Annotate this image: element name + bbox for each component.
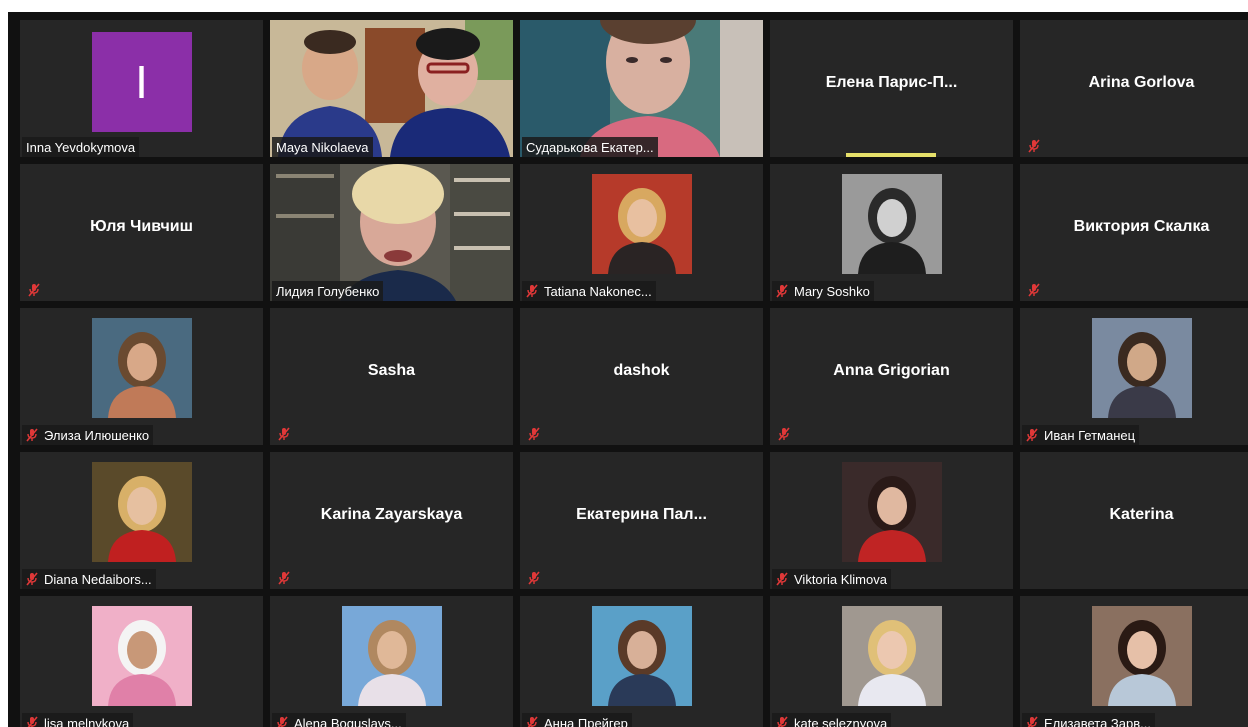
participant-tile[interactable]: Arina Gorlova <box>1020 20 1248 157</box>
participant-tile[interactable]: lisa melnykova <box>20 596 263 727</box>
participant-name-label: Alena Boguslavs... <box>294 715 402 727</box>
participant-display-name: Katerina <box>1109 505 1174 523</box>
participant-nameplate: Viktoria Klimova <box>772 569 891 589</box>
participant-name-label: Viktoria Klimova <box>794 571 887 587</box>
microphone-muted-icon <box>276 716 288 727</box>
participant-name-label: Tatiana Nakonec... <box>544 283 652 299</box>
microphone-muted-icon <box>26 428 38 442</box>
participant-tile[interactable]: Екатерина Пал... <box>520 452 763 589</box>
participant-name-label: Maya Nikolaeva <box>276 139 369 155</box>
microphone-muted-icon <box>776 716 788 727</box>
microphone-muted-icon <box>776 572 788 586</box>
participant-nameplate: Анна Прейгер <box>522 713 632 727</box>
microphone-muted-icon <box>528 571 540 585</box>
participant-tile[interactable]: Tatiana Nakonec... <box>520 164 763 301</box>
microphone-muted-icon <box>528 427 540 441</box>
microphone-muted-icon <box>278 427 290 441</box>
participant-name-label: Элиза Илюшенко <box>44 427 150 443</box>
participant-nameplate: lisa melnykova <box>22 713 134 727</box>
profile-photo <box>1091 318 1192 418</box>
participant-tile[interactable]: Katerina <box>1020 452 1248 589</box>
participant-nameplate: Tatiana Nakonec... <box>522 281 656 301</box>
participant-name-label: Diana Nedaibors... <box>44 571 152 587</box>
participant-nameplate: Inna Yevdokymova <box>22 137 140 157</box>
participant-tile[interactable]: Юля Чивчиш <box>20 164 263 301</box>
participant-tile[interactable]: Karina Zayarskaya <box>270 452 513 589</box>
microphone-muted-icon <box>526 716 538 727</box>
participant-display-name: Arina Gorlova <box>1088 73 1195 91</box>
profile-photo <box>1091 606 1192 706</box>
participant-tile[interactable]: Елена Парис-П... <box>770 20 1013 157</box>
microphone-muted-icon <box>1028 283 1040 297</box>
participant-tile[interactable]: Maya Nikolaeva <box>270 20 513 157</box>
avatar-initial: I <box>91 32 192 132</box>
participant-display-name: Елена Парис-П... <box>825 73 958 91</box>
zoom-gallery-view: I Inna Yevdokymova Maya Nikolaeva Сударьков… <box>8 12 1248 727</box>
microphone-muted-icon <box>26 716 38 727</box>
participant-name-label: Лидия Голубенко <box>276 283 380 299</box>
profile-photo <box>91 462 192 562</box>
participant-display-name: Виктория Скалка <box>1073 217 1210 235</box>
participant-name-label: Inna Yevdokymova <box>26 139 136 155</box>
profile-photo <box>91 318 192 418</box>
participant-display-name: Юля Чивчиш <box>90 217 193 235</box>
microphone-muted-icon <box>778 427 790 441</box>
participant-grid: I Inna Yevdokymova Maya Nikolaeva Сударьков… <box>20 20 1248 727</box>
participant-display-name: dashok <box>613 361 670 379</box>
participant-display-name: Sasha <box>367 361 416 379</box>
participant-nameplate: Элиза Илюшенко <box>22 425 154 445</box>
participant-display-name: Anna Grigorian <box>833 361 950 379</box>
participant-nameplate: Maya Nikolaeva <box>272 137 373 157</box>
microphone-muted-icon <box>26 572 38 586</box>
profile-photo <box>591 174 692 274</box>
participant-name-label: Mary Soshko <box>794 283 870 299</box>
participant-name-label: Иван Гетманец <box>1044 427 1136 443</box>
participant-tile[interactable]: Анна Прейгер <box>520 596 763 727</box>
participant-tile[interactable]: Иван Гетманец <box>1020 308 1248 445</box>
microphone-muted-icon <box>526 284 538 298</box>
participant-name-label: Елизавета Зарв... <box>1044 715 1151 727</box>
participant-display-name: Екатерина Пал... <box>576 505 707 523</box>
profile-photo <box>341 606 442 706</box>
participant-tile[interactable]: I Inna Yevdokymova <box>20 20 263 157</box>
participant-tile[interactable]: Sasha <box>270 308 513 445</box>
microphone-muted-icon <box>776 284 788 298</box>
participant-tile[interactable]: Alena Boguslavs... <box>270 596 513 727</box>
participant-nameplate: Diana Nedaibors... <box>22 569 156 589</box>
participant-name-label: Анна Прейгер <box>544 715 628 727</box>
participant-name-label: lisa melnykova <box>44 715 130 727</box>
profile-photo <box>841 462 942 562</box>
participant-nameplate: Лидия Голубенко <box>272 281 384 301</box>
participant-nameplate: Alena Boguslavs... <box>272 713 406 727</box>
participant-tile[interactable]: Сударькова Екатер... <box>520 20 763 157</box>
participant-name-label: Сударькова Екатер... <box>526 139 654 155</box>
participant-tile[interactable]: Anna Grigorian <box>770 308 1013 445</box>
participant-tile[interactable]: Mary Soshko <box>770 164 1013 301</box>
participant-tile[interactable]: dashok <box>520 308 763 445</box>
participant-tile[interactable]: Виктория Скалка <box>1020 164 1248 301</box>
participant-name-label: kate seleznyova <box>794 715 888 727</box>
participant-tile[interactable]: Diana Nedaibors... <box>20 452 263 589</box>
participant-nameplate: Елизавета Зарв... <box>1022 713 1155 727</box>
participant-nameplate: Иван Гетманец <box>1022 425 1140 445</box>
participant-tile[interactable]: Елизавета Зарв... <box>1020 596 1248 727</box>
participant-tile[interactable]: Viktoria Klimova <box>770 452 1013 589</box>
participant-nameplate: kate seleznyova <box>772 713 892 727</box>
participant-nameplate: Сударькова Екатер... <box>522 137 658 157</box>
microphone-muted-icon <box>1026 716 1038 727</box>
microphone-muted-icon <box>28 283 40 297</box>
participant-display-name: Karina Zayarskaya <box>320 505 463 523</box>
microphone-muted-icon <box>1028 139 1040 153</box>
profile-photo <box>591 606 692 706</box>
profile-photo <box>841 174 942 274</box>
profile-photo <box>91 606 192 706</box>
microphone-muted-icon <box>1026 428 1038 442</box>
microphone-muted-icon <box>278 571 290 585</box>
profile-photo <box>841 606 942 706</box>
participant-tile[interactable]: Лидия Голубенко <box>270 164 513 301</box>
participant-tile[interactable]: Элиза Илюшенко <box>20 308 263 445</box>
participant-nameplate: Mary Soshko <box>772 281 874 301</box>
participant-tile[interactable]: kate seleznyova <box>770 596 1013 727</box>
active-speaker-indicator <box>846 153 936 157</box>
